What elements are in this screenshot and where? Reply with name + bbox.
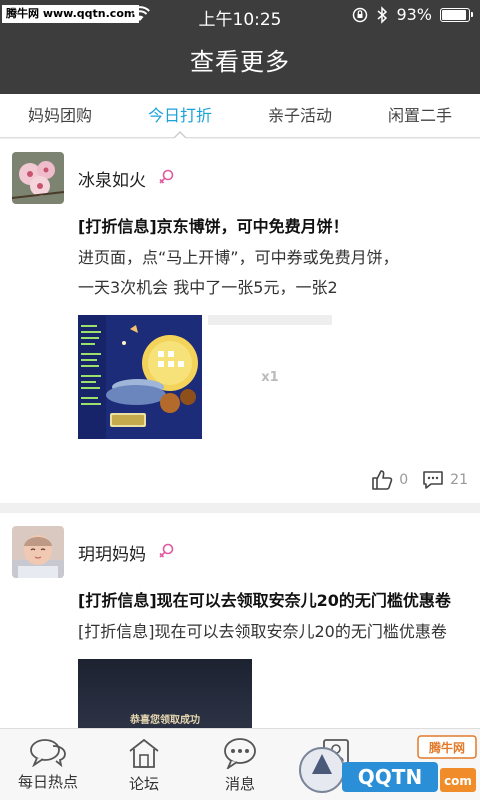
chat-bubbles-icon	[30, 739, 66, 767]
post-card[interactable]: 冰泉如火 [打折信息]京东博饼，可中免费月饼！ 进页面，点“马上开博”，可中券或…	[0, 139, 480, 503]
post-body: 进页面，点“马上开博”，可中券或免费月饼， 一天3次机会 我中了一张5元，一张2	[78, 243, 468, 303]
tab-parent-child-activity[interactable]: 亲子活动	[240, 94, 360, 137]
nav-label: 论坛	[128, 775, 159, 793]
coupon-success-text: 恭喜您领取成功	[130, 715, 200, 726]
post-title[interactable]: [打折信息]现在可以去领取安奈儿20的无门槛优惠卷	[78, 589, 468, 613]
message-icon	[224, 738, 256, 769]
post-body-line: 一天3次机会 我中了一张5元，一张2	[78, 278, 338, 297]
female-icon	[159, 169, 174, 184]
nav-daily-hot[interactable]: 每日热点	[0, 729, 96, 800]
svg-text:QQTN: QQTN	[358, 765, 422, 789]
like-button[interactable]: 0	[371, 469, 408, 491]
navigation-bar: 查看更多	[0, 30, 480, 94]
bluetooth-icon	[377, 5, 388, 24]
comment-icon	[423, 471, 443, 489]
post-image[interactable]: 恭喜您领取成功	[78, 659, 252, 728]
post-body-line: 进页面，点“马上开博”，可中券或免费月饼，	[78, 248, 399, 267]
post-card[interactable]: 玥玥妈妈 [打折信息]现在可以去领取安奈儿20的无门槛优惠卷 [打折信息]现在可…	[0, 513, 480, 728]
svg-text:腾牛网: 腾牛网	[428, 740, 465, 755]
orientation-lock-icon	[353, 7, 368, 22]
female-icon	[159, 543, 174, 558]
post-image[interactable]	[78, 315, 202, 439]
house-icon	[129, 738, 159, 768]
image-count-placeholder[interactable]: x1	[208, 315, 332, 439]
post-title[interactable]: [打折信息]京东博饼，可中免费月饼！	[78, 215, 468, 239]
post-body: [打折信息]现在可以去领取安奈儿20的无门槛优惠卷	[78, 622, 447, 641]
comment-count: 21	[450, 472, 468, 488]
nav-messages[interactable]: 消息	[192, 729, 288, 800]
post-feed[interactable]: 冰泉如火 [打折信息]京东博饼，可中免费月饼！ 进页面，点“马上开博”，可中券或…	[0, 139, 480, 728]
battery-icon	[440, 7, 473, 22]
nav-forum[interactable]: 论坛	[96, 729, 192, 800]
tab-mom-group-buy[interactable]: 妈妈团购	[0, 94, 120, 137]
like-count: 0	[399, 472, 409, 488]
battery-percentage: 93%	[396, 5, 432, 24]
avatar[interactable]	[12, 526, 64, 578]
svg-text:com: com	[444, 774, 472, 788]
thumbs-up-icon	[372, 470, 393, 490]
nav-label: 消息	[224, 775, 255, 793]
category-tabs: 妈妈团购 今日打折 亲子活动 闲置二手	[0, 94, 480, 138]
tab-second-hand[interactable]: 闲置二手	[360, 94, 480, 137]
qqtn-watermark-logo: QQTN com 腾牛网	[299, 735, 477, 793]
author-name[interactable]: 冰泉如火	[78, 166, 146, 191]
avatar[interactable]	[12, 152, 64, 204]
status-bar: 腾牛网 www.qqtn.com 上午10:25 93%	[0, 0, 480, 30]
comment-button[interactable]: 21	[422, 470, 468, 490]
nav-label: 每日热点	[17, 773, 78, 791]
author-name[interactable]: 玥玥妈妈	[78, 540, 146, 565]
page-title: 查看更多	[190, 48, 290, 76]
tab-today-discount[interactable]: 今日打折	[120, 94, 240, 137]
